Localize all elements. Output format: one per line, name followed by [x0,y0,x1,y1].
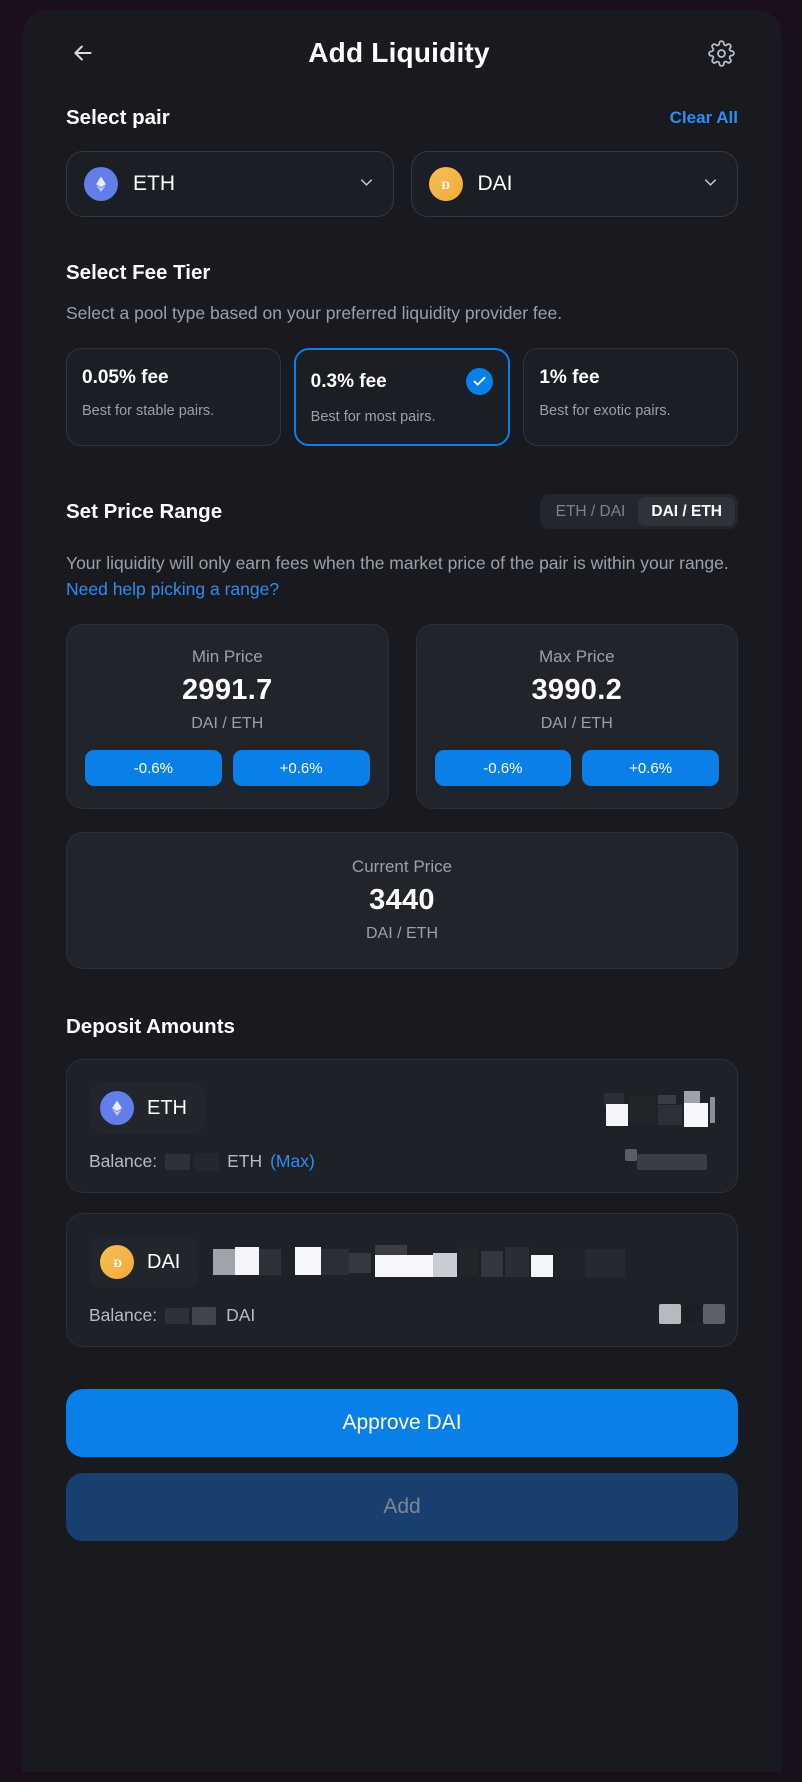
settings-button[interactable] [704,36,738,70]
deposit-token-chip-dai[interactable]: Ð DAI [89,1236,200,1289]
max-price-value[interactable]: 3990.2 [435,674,720,707]
deposit-balance-value-redacted-2 [192,1306,217,1325]
deposit-amount-input-eth[interactable] [206,1087,715,1129]
price-pair-toggle[interactable]: ETH / DAI DAI / ETH [539,494,738,530]
fee-tier-option-005[interactable]: 0.05% fee Best for stable pairs. [66,348,281,447]
fee-tier-percent: 0.05% fee [82,367,169,389]
fee-tier-subtitle: Best for most pairs. [310,409,436,426]
deposit-fiat-value-redacted [637,1154,707,1171]
ethereum-coin-icon [84,167,118,201]
deposit-amount-input-dai[interactable] [199,1241,715,1283]
gear-icon [707,39,735,67]
max-price-card: Max Price 3990.2 DAI / ETH -0.6% +0.6% [415,624,738,810]
deposit-row-eth: ETH Balance: ETH (Max) [66,1059,738,1194]
deposit-max-button[interactable]: (Max) [270,1151,315,1172]
fee-tier-subtitle: Best for stable pairs. [82,403,215,420]
fee-tier-percent: 0.3% fee [310,370,387,392]
deposit-token-symbol: DAI [147,1250,181,1273]
dai-glyph-icon: Ð [113,1255,122,1269]
chevron-down-icon [357,173,376,196]
deposit-fiat-value-redacted [659,1304,681,1325]
deposit-fiat-value-redacted-2 [681,1304,703,1325]
dai-coin-icon: Ð [428,167,463,201]
fee-tier-description: Select a pool type based on your preferr… [66,303,563,323]
deposit-balance-symbol: DAI [226,1305,256,1326]
approve-dai-button[interactable]: Approve DAI [66,1389,738,1458]
ethereum-glyph-icon [112,1100,122,1116]
fee-tier-subtitle: Best for exotic pairs. [539,403,671,420]
min-price-card: Min Price 2991.7 DAI / ETH -0.6% +0.6% [66,624,389,810]
deposit-balance-label: Balance: [89,1151,158,1172]
max-price-decrement-button[interactable]: -0.6% [434,750,572,787]
page-title: Add Liquidity [308,37,490,68]
add-liquidity-screen: Add Liquidity Select pair Clear All ETH … [22,10,782,1772]
need-help-link[interactable]: Need help picking a range? [66,579,279,599]
price-range-description: Your liquidity will only earn fees when … [66,551,738,602]
deposit-balance-value-redacted [165,1307,190,1324]
min-price-increment-button[interactable]: +0.6% [232,750,370,787]
current-price-value: 3440 [369,884,435,917]
fee-tier-option-1[interactable]: 1% fee Best for exotic pairs. [523,348,739,447]
toggle-option-dai-eth[interactable]: DAI / ETH [638,497,735,527]
token-symbol-label: DAI [477,172,513,195]
min-price-label: Min Price [191,647,263,667]
token-symbol-label: ETH [133,172,175,195]
current-price-card: Current Price 3440 DAI / ETH [66,832,738,970]
deposit-fiat-caret-redacted [625,1149,637,1162]
max-price-increment-button[interactable]: +0.6% [582,750,719,787]
deposit-fiat-value-redacted-3 [703,1304,725,1325]
add-button[interactable]: Add [66,1473,738,1542]
chevron-down-icon [701,173,720,196]
price-range-cards: Min Price 2991.7 DAI / ETH -0.6% +0.6% M… [66,624,738,810]
svg-text:Ð: Ð [113,1255,122,1269]
deposit-balance-label: Balance: [89,1305,158,1326]
deposit-balance-value-redacted-2 [194,1152,220,1171]
min-price-value[interactable]: 2991.7 [85,674,370,707]
fee-tier-options: 0.05% fee Best for stable pairs. 0.3% fe… [66,348,739,447]
dai-coin-icon: Ð [100,1245,134,1280]
fee-tier-option-03[interactable]: 0.3% fee Best for most pairs. [293,348,511,447]
price-range-title: Set Price Range [66,499,223,523]
svg-text:Ð: Ð [441,177,450,191]
clear-all-button[interactable]: Clear All [670,108,738,128]
price-range-description-text: Your liquidity will only earn fees when … [66,553,729,574]
fee-tier-percent: 1% fee [539,367,600,389]
current-price-pair: DAI / ETH [365,925,438,943]
select-pair-title: Select pair [66,106,170,129]
token-pair-row: ETH Ð DAI [66,151,738,217]
current-price-label: Current Price [351,857,453,877]
deposit-token-chip-eth[interactable]: ETH [89,1082,206,1135]
arrow-left-icon [74,45,92,61]
deposit-row-dai: Ð DAI Balance: DAI [66,1213,738,1348]
deposit-balance-symbol: ETH [227,1151,263,1172]
min-price-pair: DAI / ETH [191,715,264,733]
min-price-decrement-button[interactable]: -0.6% [85,750,222,787]
deposit-token-symbol: ETH [147,1096,187,1119]
check-circle-icon [466,368,494,396]
token-selector-eth[interactable]: ETH [66,151,394,217]
ethereum-glyph-icon [96,176,106,192]
max-price-label: Max Price [538,647,615,667]
select-pair-header: Select pair Clear All [66,106,738,130]
ethereum-coin-icon [100,1091,134,1126]
action-buttons: Approve DAI Add [66,1389,738,1542]
toggle-option-eth-dai[interactable]: ETH / DAI [543,497,639,526]
dai-glyph-icon: Ð [441,177,450,191]
deposit-balance-value-redacted [165,1153,191,1170]
deposit-amounts-title: Deposit Amounts [66,1015,235,1039]
price-range-header: Set Price Range ETH / DAI DAI / ETH [66,494,738,530]
app-header: Add Liquidity [22,10,782,96]
token-selector-dai[interactable]: Ð DAI [410,151,738,217]
max-price-pair: DAI / ETH [540,715,613,733]
fee-tier-title: Select Fee Tier [66,261,211,284]
